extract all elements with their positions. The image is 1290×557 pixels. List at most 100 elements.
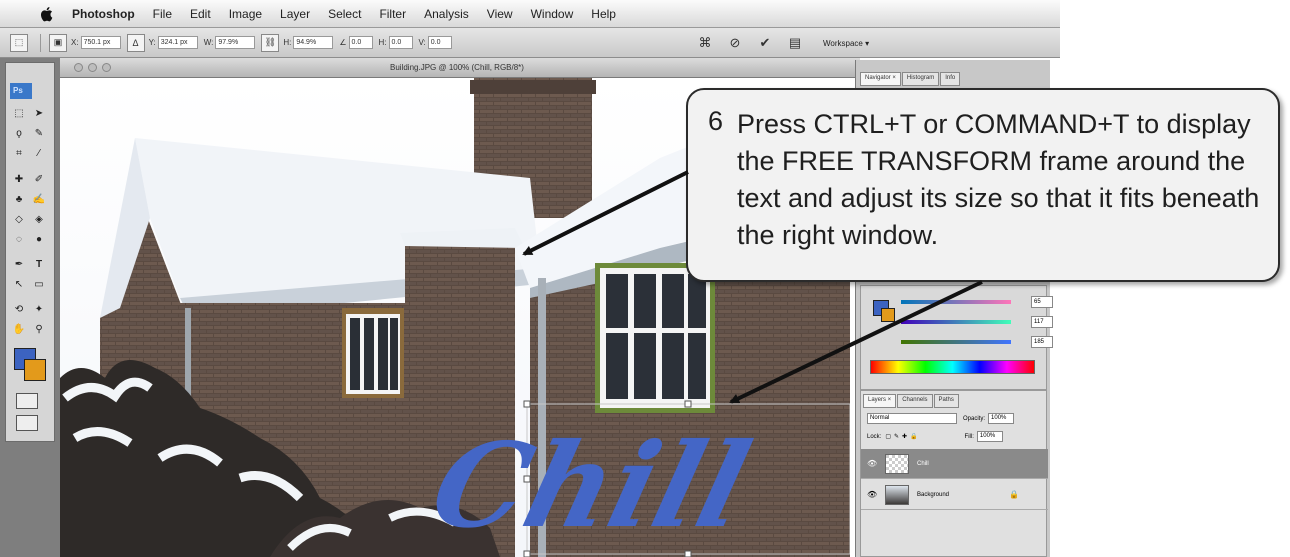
commit-transform-icon[interactable]: ✔ (755, 33, 775, 53)
h-skew-value[interactable]: 0.0 (388, 36, 413, 49)
menu-file[interactable]: File (153, 7, 172, 21)
options-bar: ⬚ ▣ X: 750.1 px Δ Y: 324.1 px W: 97.9% ⛓… (0, 28, 1060, 58)
height-scale-field[interactable]: H: 94.9% (283, 36, 334, 49)
green-value[interactable]: 117 (1031, 316, 1053, 328)
screen-mode-button[interactable] (16, 415, 38, 431)
quick-mask-button[interactable] (16, 393, 38, 409)
menu-edit[interactable]: Edit (190, 7, 211, 21)
lock-icon: 🔒 (1009, 490, 1019, 499)
history-brush-tool-icon[interactable]: ✍ (30, 191, 48, 207)
eye-icon[interactable]: 👁 (867, 490, 879, 499)
lasso-tool-icon[interactable]: ϙ (10, 125, 28, 141)
layer-row-background[interactable]: 👁 Background 🔒 (861, 480, 1048, 510)
tab-layers[interactable]: Layers × (863, 394, 897, 408)
eraser-tool-icon[interactable]: ◇ (10, 211, 28, 227)
zoom-window-icon[interactable] (102, 63, 111, 72)
warp-mode-icon[interactable]: ⌘ (695, 33, 715, 53)
menu-app-photoshop[interactable]: Photoshop (72, 7, 135, 21)
3d-rotate-tool-icon[interactable]: ⟲ (10, 301, 28, 317)
color-spectrum-bar[interactable] (870, 360, 1035, 374)
brush-tool-icon[interactable]: ✐ (30, 171, 48, 187)
menu-filter[interactable]: Filter (379, 7, 406, 21)
fill-input[interactable]: 100% (976, 431, 1003, 442)
rotate-field[interactable]: ∠ 0.0 (339, 36, 373, 49)
clone-stamp-tool-icon[interactable]: ♣ (10, 191, 28, 207)
y-value[interactable]: 324.1 px (157, 36, 198, 49)
chill-text[interactable]: Chill (419, 417, 762, 554)
close-window-icon[interactable] (74, 63, 83, 72)
color-panel-background-swatch[interactable] (881, 308, 895, 322)
hand-tool-icon[interactable]: ✋ (10, 321, 28, 337)
red-slider[interactable]: 65 (901, 296, 1053, 308)
instruction-text: Press CTRL+T or COMMAND+T to display the… (737, 109, 1260, 250)
lock-icons[interactable]: ▢✎✚🔒 (885, 433, 920, 440)
menu-image[interactable]: Image (229, 7, 262, 21)
menu-analysis[interactable]: Analysis (424, 7, 469, 21)
pen-tool-icon[interactable]: ✒ (10, 256, 28, 272)
cancel-transform-icon[interactable]: ⊘ (725, 33, 745, 53)
green-slider[interactable]: 117 (901, 316, 1053, 328)
tab-navigator[interactable]: Navigator × (860, 72, 901, 86)
layer-row-chill[interactable]: 👁 Chill (861, 449, 1048, 479)
gradient-tool-icon[interactable]: ◈ (30, 211, 48, 227)
blur-tool-icon[interactable]: ◌ (10, 231, 28, 247)
y-position-field[interactable]: Y: 324.1 px (149, 36, 198, 49)
tab-channels[interactable]: Channels (897, 394, 933, 408)
link-icon[interactable]: ⛓ (261, 33, 280, 52)
menu-layer[interactable]: Layer (280, 7, 310, 21)
relative-position-icon[interactable]: Δ (126, 33, 145, 52)
zoom-tool-icon[interactable]: ⚲ (30, 321, 48, 337)
3d-orbit-tool-icon[interactable]: ✦ (30, 301, 48, 317)
rotate-value[interactable]: 0.0 (348, 36, 373, 49)
background-color-swatch[interactable] (24, 359, 46, 381)
tab-paths[interactable]: Paths (933, 394, 959, 408)
menu-window[interactable]: Window (531, 7, 574, 21)
path-selection-tool-icon[interactable]: ↖ (10, 276, 28, 292)
x-value[interactable]: 750.1 px (80, 36, 121, 49)
type-tool-icon[interactable]: T (30, 256, 48, 272)
instruction-callout: 6 Press CTRL+T or COMMAND+T to display t… (686, 88, 1280, 282)
h-label: H: (283, 38, 292, 47)
h-skew-field[interactable]: H: 0.0 (379, 36, 413, 49)
width-scale-field[interactable]: W: 97.9% (204, 36, 256, 49)
eyedropper-tool-icon[interactable]: ⁄ (30, 145, 48, 161)
y-label: Y: (148, 38, 156, 47)
v-skew-value[interactable]: 0.0 (427, 36, 452, 49)
tab-histogram[interactable]: Histogram (901, 72, 940, 86)
crop-tool-icon[interactable]: ⌗ (10, 145, 28, 161)
v-skew-label: V: (418, 38, 426, 47)
healing-brush-tool-icon[interactable]: ✚ (10, 171, 28, 187)
navigator-tabs: Navigator × Histogram Info (860, 72, 961, 86)
marquee-tool-icon[interactable]: ⬚ (10, 105, 28, 121)
menu-select[interactable]: Select (328, 7, 361, 21)
h-skew-label: H: (378, 38, 387, 47)
ps-logo: Ps (10, 83, 32, 99)
shape-tool-icon[interactable]: ▭ (30, 276, 48, 292)
v-skew-field[interactable]: V: 0.0 (419, 36, 452, 49)
fill-label: Fill: (964, 433, 974, 440)
red-value[interactable]: 65 (1031, 296, 1053, 308)
minimize-window-icon[interactable] (88, 63, 97, 72)
blue-value[interactable]: 185 (1031, 336, 1053, 348)
workspace-menu[interactable]: Workspace ▾ (823, 39, 869, 48)
tool-preset-picker[interactable]: ⬚ (10, 33, 28, 52)
h-value[interactable]: 94.9% (293, 36, 334, 49)
x-position-field[interactable]: X: 750.1 px (71, 36, 121, 49)
blend-row: Normal Opacity: 100% (867, 413, 1015, 424)
menu-view[interactable]: View (487, 7, 513, 21)
menu-help[interactable]: Help (591, 7, 616, 21)
w-value[interactable]: 97.9% (215, 36, 256, 49)
apple-icon[interactable] (40, 6, 54, 22)
quick-selection-tool-icon[interactable]: ✎ (30, 125, 48, 141)
eye-icon[interactable]: 👁 (867, 459, 879, 468)
dodge-tool-icon[interactable]: ● (30, 231, 48, 247)
blue-slider[interactable]: 185 (901, 336, 1053, 348)
rotate-label: ∠ (339, 38, 347, 47)
bridge-icon[interactable]: ▤ (785, 33, 805, 53)
blend-mode-select[interactable]: Normal (867, 413, 957, 424)
move-tool-icon[interactable]: ➤ (30, 105, 48, 121)
tab-info[interactable]: Info (940, 72, 961, 86)
lock-row: Lock: ▢✎✚🔒 Fill: 100% (867, 431, 1003, 442)
reference-point-icon[interactable]: ▣ (49, 33, 67, 52)
opacity-input[interactable]: 100% (988, 413, 1015, 424)
